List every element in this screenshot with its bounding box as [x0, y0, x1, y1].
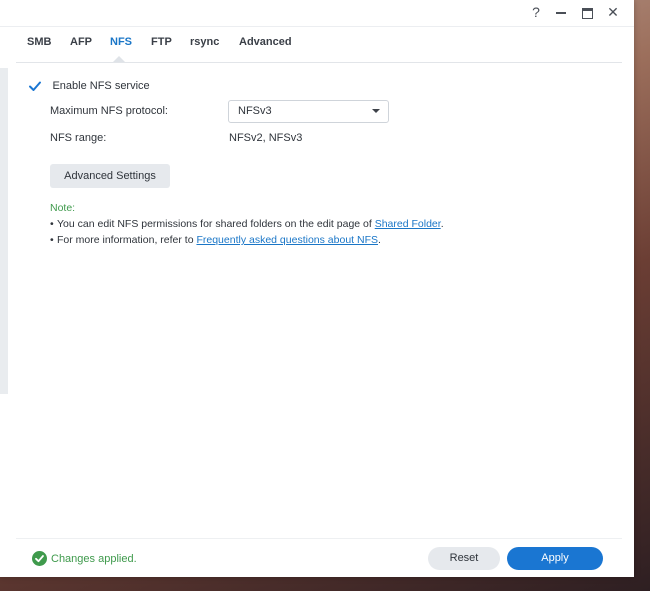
note-title: Note: [50, 202, 76, 214]
tab-smb[interactable]: SMB [27, 36, 51, 48]
max-protocol-value: NFSv3 [238, 105, 272, 117]
nfs-range-value: NFSv2, NFSv3 [229, 132, 303, 144]
success-check-icon [32, 551, 47, 566]
note-item: • You can edit NFS permissions for shared… [50, 218, 444, 230]
nfs-faq-link[interactable]: Frequently asked questions about NFS [196, 234, 378, 246]
shared-folder-link[interactable]: Shared Folder [375, 218, 441, 230]
status-message: Changes applied. [32, 551, 137, 566]
maximize-icon [581, 7, 593, 19]
minimize-icon [556, 12, 566, 15]
status-text: Changes applied. [51, 552, 137, 565]
title-bar: ? ✕ [0, 0, 634, 27]
sidebar-scrollbar[interactable] [0, 68, 8, 394]
nfs-range-label: NFS range: [50, 132, 107, 144]
tab-afp[interactable]: AFP [70, 36, 92, 48]
note-item: • For more information, refer to Frequent… [50, 234, 381, 246]
control-panel-window: ? ✕ SMB AFP NFS FTP rsync Advanced Enabl… [0, 0, 634, 577]
max-protocol-select[interactable]: NFSv3 [228, 100, 389, 123]
chevron-down-icon [372, 109, 380, 113]
help-button[interactable]: ? [526, 2, 546, 22]
close-button[interactable]: ✕ [603, 2, 623, 22]
tab-advanced[interactable]: Advanced [239, 36, 292, 48]
advanced-settings-button[interactable]: Advanced Settings [50, 164, 170, 188]
tabs-divider [16, 62, 622, 63]
maximize-button[interactable] [577, 2, 597, 22]
note-text: You can edit NFS permissions for shared … [57, 218, 375, 230]
enable-nfs-label: Enable NFS service [52, 79, 150, 92]
max-protocol-label: Maximum NFS protocol: [50, 105, 168, 117]
note-text: For more information, refer to [57, 234, 197, 246]
tab-nfs[interactable]: NFS [110, 36, 132, 48]
apply-button[interactable]: Apply [507, 547, 603, 570]
minimize-button[interactable] [551, 2, 571, 22]
tab-rsync[interactable]: rsync [190, 36, 219, 48]
footer-divider [16, 538, 622, 539]
tab-ftp[interactable]: FTP [151, 36, 172, 48]
reset-button[interactable]: Reset [428, 547, 500, 570]
checkmark-icon [29, 81, 41, 91]
enable-nfs-checkbox[interactable]: Enable NFS service [28, 77, 150, 95]
